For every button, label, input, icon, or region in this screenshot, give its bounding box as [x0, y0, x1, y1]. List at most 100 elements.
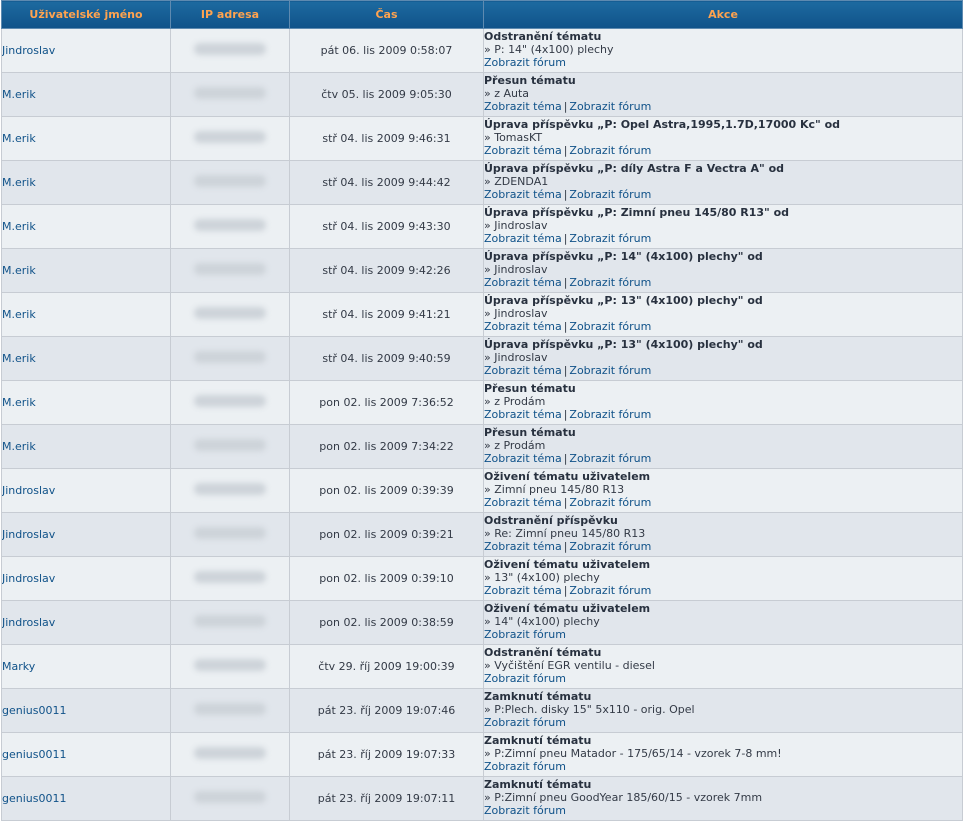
column-header-ip[interactable]: IP adresa [170, 0, 290, 29]
view-topic-link[interactable]: Zobrazit téma [485, 276, 562, 289]
action-detail: » P:Plech. disky 15" 5x110 - orig. Opel [484, 703, 695, 716]
ip-address-redacted [194, 703, 266, 715]
view-forum-link[interactable]: Zobrazit fórum [569, 584, 651, 597]
username-link[interactable]: genius0011 [3, 748, 67, 761]
username-link[interactable]: Marky [3, 660, 36, 673]
user-cell: M.erik [1, 380, 171, 425]
view-topic-link[interactable]: Zobrazit téma [485, 100, 562, 113]
view-forum-link[interactable]: Zobrazit fórum [569, 364, 651, 377]
table-row: M.erik čtv 05. lis 2009 9:05:30 Přesun t… [1, 72, 963, 117]
view-forum-link[interactable]: Zobrazit fórum [485, 628, 566, 641]
action-cell: Zamknutí tématu » P:Zimní pneu Matador -… [483, 732, 963, 777]
time-cell: pát 23. říj 2009 19:07:46 [289, 688, 484, 733]
username-link[interactable]: Jindroslav [3, 484, 56, 497]
username-link[interactable]: M.erik [3, 220, 36, 233]
username-link[interactable]: M.erik [3, 176, 36, 189]
view-topic-link[interactable]: Zobrazit téma [485, 408, 562, 421]
user-cell: M.erik [1, 292, 171, 337]
table-row: Marky čtv 29. říj 2009 19:00:39 Odstraně… [1, 644, 963, 689]
action-detail: » Re: Zimní pneu 145/80 R13 [484, 527, 646, 540]
view-topic-link[interactable]: Zobrazit téma [485, 320, 562, 333]
time-cell: čtv 05. lis 2009 9:05:30 [289, 72, 484, 117]
action-links: Zobrazit fórum [485, 760, 962, 773]
user-cell: M.erik [1, 336, 171, 381]
view-forum-link[interactable]: Zobrazit fórum [569, 276, 651, 289]
ip-cell [170, 28, 290, 73]
ip-address-redacted [194, 307, 266, 319]
table-row: Jindroslav pon 02. lis 2009 0:38:59 Oživ… [1, 600, 963, 645]
action-detail: » z Prodám [484, 395, 546, 408]
user-cell: genius0011 [1, 732, 171, 777]
time-cell: stř 04. lis 2009 9:41:21 [289, 292, 484, 337]
username-link[interactable]: Jindroslav [3, 572, 56, 585]
username-link[interactable]: Jindroslav [3, 528, 56, 541]
view-topic-link[interactable]: Zobrazit téma [485, 540, 562, 553]
table-header-row: Uživatelské jméno IP adresa Čas Akce [1, 0, 963, 29]
view-topic-link[interactable]: Zobrazit téma [485, 232, 562, 245]
username-link[interactable]: M.erik [3, 396, 36, 409]
view-forum-link[interactable]: Zobrazit fórum [569, 540, 651, 553]
view-topic-link[interactable]: Zobrazit téma [485, 584, 562, 597]
view-topic-link[interactable]: Zobrazit téma [485, 144, 562, 157]
view-forum-link[interactable]: Zobrazit fórum [485, 56, 566, 69]
ip-address-redacted [194, 439, 266, 451]
column-header-time[interactable]: Čas [289, 0, 484, 29]
view-forum-link[interactable]: Zobrazit fórum [485, 672, 566, 685]
table-row: genius0011 pát 23. říj 2009 19:07:33 Zam… [1, 732, 963, 777]
user-cell: M.erik [1, 116, 171, 161]
action-links: Zobrazit fórum [485, 56, 962, 69]
column-header-action[interactable]: Akce [483, 0, 963, 29]
username-link[interactable]: Jindroslav [3, 44, 56, 57]
view-forum-link[interactable]: Zobrazit fórum [569, 144, 651, 157]
action-detail: » Jindroslav [484, 351, 548, 364]
ip-cell [170, 160, 290, 205]
view-topic-link[interactable]: Zobrazit téma [485, 496, 562, 509]
view-forum-link[interactable]: Zobrazit fórum [485, 804, 566, 817]
view-topic-link[interactable]: Zobrazit téma [485, 364, 562, 377]
action-title: Úprava příspěvku „P: 14" (4x100) plechy"… [484, 250, 763, 263]
username-link[interactable]: genius0011 [3, 704, 67, 717]
ip-address-redacted [194, 351, 266, 363]
ip-address-redacted [194, 791, 266, 803]
view-forum-link[interactable]: Zobrazit fórum [569, 100, 651, 113]
view-forum-link[interactable]: Zobrazit fórum [569, 232, 651, 245]
table-row: M.erik stř 04. lis 2009 9:42:26 Úprava p… [1, 248, 963, 293]
ip-cell [170, 556, 290, 601]
ip-cell [170, 644, 290, 689]
table-row: Jindroslav pon 02. lis 2009 0:39:10 Oživ… [1, 556, 963, 601]
view-forum-link[interactable]: Zobrazit fórum [569, 452, 651, 465]
username-link[interactable]: M.erik [3, 88, 36, 101]
ip-address-redacted [194, 483, 266, 495]
action-title: Odstranění tématu [484, 30, 602, 43]
username-link[interactable]: M.erik [3, 132, 36, 145]
ip-cell [170, 248, 290, 293]
view-forum-link[interactable]: Zobrazit fórum [569, 408, 651, 421]
time-cell: pát 23. říj 2009 19:07:33 [289, 732, 484, 777]
view-topic-link[interactable]: Zobrazit téma [485, 452, 562, 465]
action-cell: Zamknutí tématu » P:Plech. disky 15" 5x1… [483, 688, 963, 733]
username-link[interactable]: M.erik [3, 264, 36, 277]
view-topic-link[interactable]: Zobrazit téma [485, 188, 562, 201]
username-link[interactable]: M.erik [3, 440, 36, 453]
username-link[interactable]: M.erik [3, 308, 36, 321]
view-forum-link[interactable]: Zobrazit fórum [569, 496, 651, 509]
view-forum-link[interactable]: Zobrazit fórum [569, 320, 651, 333]
table-row: Jindroslav pát 06. lis 2009 0:58:07 Odst… [1, 28, 963, 73]
time-cell: pon 02. lis 2009 0:39:39 [289, 468, 484, 513]
action-cell: Oživení tématu uživatelem » Zimní pneu 1… [483, 468, 963, 513]
action-links: Zobrazit fórum [485, 628, 962, 641]
ip-cell [170, 204, 290, 249]
action-detail: » z Prodám [484, 439, 546, 452]
user-cell: genius0011 [1, 776, 171, 821]
view-forum-link[interactable]: Zobrazit fórum [485, 760, 566, 773]
column-header-user[interactable]: Uživatelské jméno [1, 0, 171, 29]
view-forum-link[interactable]: Zobrazit fórum [485, 716, 566, 729]
action-links: Zobrazit téma | Zobrazit fórum [485, 232, 962, 245]
user-cell: Jindroslav [1, 28, 171, 73]
action-links: Zobrazit fórum [485, 716, 962, 729]
view-forum-link[interactable]: Zobrazit fórum [569, 188, 651, 201]
username-link[interactable]: Jindroslav [3, 616, 56, 629]
username-link[interactable]: M.erik [3, 352, 36, 365]
time-cell: stř 04. lis 2009 9:46:31 [289, 116, 484, 161]
username-link[interactable]: genius0011 [3, 792, 67, 805]
